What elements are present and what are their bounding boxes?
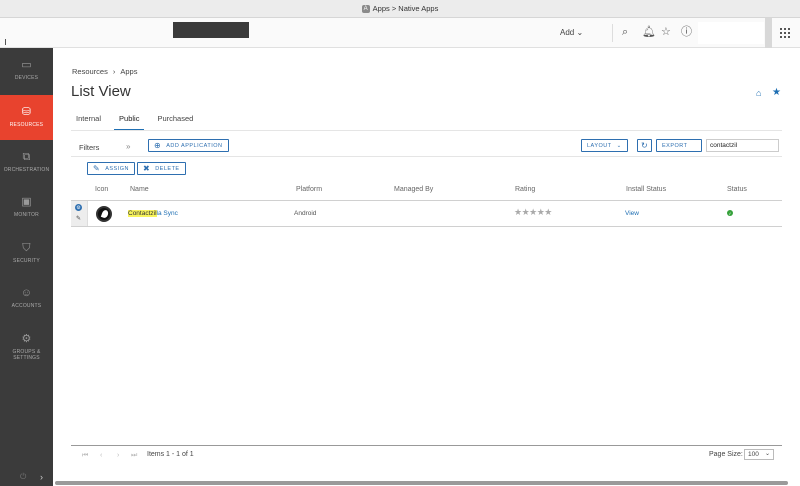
gear-icon: ⚙	[21, 332, 32, 345]
col-managed-by[interactable]: Managed By	[394, 186, 433, 193]
row-controls: ⚙ ✎	[71, 201, 88, 226]
row-gear-icon[interactable]: ⚙	[75, 204, 82, 211]
text-cursor-mark	[5, 39, 6, 45]
search-icon[interactable]: ⌕	[622, 26, 628, 38]
window-titlebar: A Apps > Native Apps	[0, 0, 800, 18]
table-row[interactable]: ⚙ ✎ Contactzilla Sync Android ★★★★★ View…	[71, 200, 782, 227]
shield-icon: ⛉	[22, 242, 31, 254]
power-icon[interactable]: ⏻	[20, 472, 26, 482]
chevron-down-icon: ⌄	[616, 142, 622, 149]
chevron-down-icon: ⌄	[764, 451, 770, 457]
app-platform: Android	[294, 210, 317, 217]
search-input[interactable]: contactzil	[706, 139, 779, 152]
sidebar-item-accounts[interactable]: ☺ ACCOUNTS	[0, 276, 53, 321]
col-platform[interactable]: Platform	[296, 186, 322, 193]
next-page-icon[interactable]: ›	[117, 452, 119, 459]
tab-internal[interactable]: Internal	[71, 112, 106, 131]
monitor-icon: ▣	[21, 196, 32, 208]
page-title: List View	[71, 83, 131, 100]
resources-icon: ⛁	[21, 106, 32, 118]
col-name[interactable]: Name	[130, 186, 149, 193]
bell-icon[interactable]: 🔔︎	[642, 26, 656, 38]
toolbar-divider	[71, 156, 782, 157]
filters-label[interactable]: Filters	[79, 143, 99, 152]
sidebar-item-orchestration[interactable]: ⧉ ORCHESTRATION	[0, 140, 53, 185]
page-size-label: Page Size:	[709, 451, 743, 458]
star-outline-icon[interactable]: ☆	[661, 26, 671, 38]
breadcrumb-resources[interactable]: Resources	[72, 67, 108, 76]
delete-button[interactable]: ✖ DELETE	[137, 162, 186, 175]
topbar-scrollbar[interactable]	[765, 18, 772, 48]
first-page-icon[interactable]: ⏮	[82, 452, 88, 460]
window-title: Apps > Native Apps	[372, 4, 439, 13]
app-name-link[interactable]: Contactzilla Sync	[128, 210, 178, 217]
tab-purchased[interactable]: Purchased	[152, 112, 198, 131]
home-icon[interactable]: ⌂	[756, 88, 761, 98]
col-status[interactable]: Status	[727, 186, 747, 193]
export-button[interactable]: EXPORT	[656, 139, 702, 152]
help-icon[interactable]: ⓘ	[681, 26, 692, 38]
row-edit-icon[interactable]: ✎	[76, 215, 81, 222]
sidebar-item-resources[interactable]: ⛁ RESOURCES	[0, 95, 53, 140]
last-page-icon[interactable]: ⏭	[131, 452, 137, 460]
prev-page-icon[interactable]: ‹	[100, 452, 102, 459]
tab-divider	[71, 130, 782, 131]
orchestration-icon: ⧉	[22, 151, 31, 163]
plus-icon: ⊕	[154, 140, 162, 150]
layout-button[interactable]: LAYOUT ⌄	[581, 139, 628, 152]
col-install-status[interactable]: Install Status	[626, 186, 666, 193]
breadcrumb-apps[interactable]: Apps	[120, 67, 137, 76]
edit-icon: ✎	[93, 163, 101, 173]
tab-public[interactable]: Public	[114, 112, 145, 131]
global-search-area[interactable]	[698, 22, 764, 44]
add-menu-button[interactable]: Add ⌄	[560, 28, 583, 37]
col-icon[interactable]: Icon	[95, 186, 108, 193]
chevron-right-icon: ›	[112, 67, 116, 76]
app-icon: A	[361, 4, 370, 13]
accounts-icon: ☺	[20, 287, 33, 299]
main-content: Resources › Apps List View ⌂ ★ Internal Pu…	[53, 48, 800, 486]
pager: ⏮ ‹ › ⏭ Items 1 - 1 of 1 Page Size: 100 …	[71, 445, 782, 465]
app-launcher-icon[interactable]	[780, 28, 790, 38]
install-status-view-link[interactable]: View	[625, 210, 639, 217]
refresh-button[interactable]: ↻	[637, 139, 653, 152]
top-bar: Add ⌄ ⌕ 🔔︎ ☆ ⓘ	[0, 18, 800, 48]
redacted-logo	[173, 22, 249, 38]
sidebar: ▭ DEVICES ⛁ RESOURCES ⧉ ORCHESTRATION ▣ …	[0, 48, 53, 486]
app-logo-icon	[96, 206, 112, 222]
expand-sidebar-icon[interactable]: ›	[40, 472, 43, 482]
topbar-divider	[612, 24, 613, 42]
table-header: Icon Name Platform Managed By Rating Ins…	[71, 186, 782, 200]
add-application-button[interactable]: ⊕ ADD APPLICATION	[148, 139, 229, 152]
breadcrumb: Resources › Apps	[72, 67, 137, 76]
col-rating[interactable]: Rating	[515, 186, 535, 193]
assign-button[interactable]: ✎ ASSIGN	[87, 162, 135, 175]
horizontal-scrollbar[interactable]	[55, 481, 788, 485]
devices-icon: ▭	[21, 59, 32, 71]
favorite-star-icon[interactable]: ★	[772, 87, 781, 98]
rating-stars: ★★★★★	[514, 207, 552, 217]
page-size-select[interactable]: 100 ⌄	[744, 449, 774, 460]
status-active-icon: ✓	[727, 210, 733, 216]
sidebar-item-devices[interactable]: ▭ DEVICES	[0, 48, 53, 93]
sidebar-item-groups-settings[interactable]: ⚙ GROUPS & SETTINGS	[0, 321, 53, 373]
sidebar-item-monitor[interactable]: ▣ MONITOR	[0, 185, 53, 230]
items-count: Items 1 - 1 of 1	[147, 451, 194, 458]
close-icon: ✖	[143, 163, 151, 173]
refresh-icon: ↻	[641, 140, 649, 150]
tab-bar: Internal Public Purchased	[71, 112, 206, 131]
sidebar-item-security[interactable]: ⛉ SECURITY	[0, 231, 53, 276]
expand-filters-icon[interactable]: »	[126, 142, 130, 151]
